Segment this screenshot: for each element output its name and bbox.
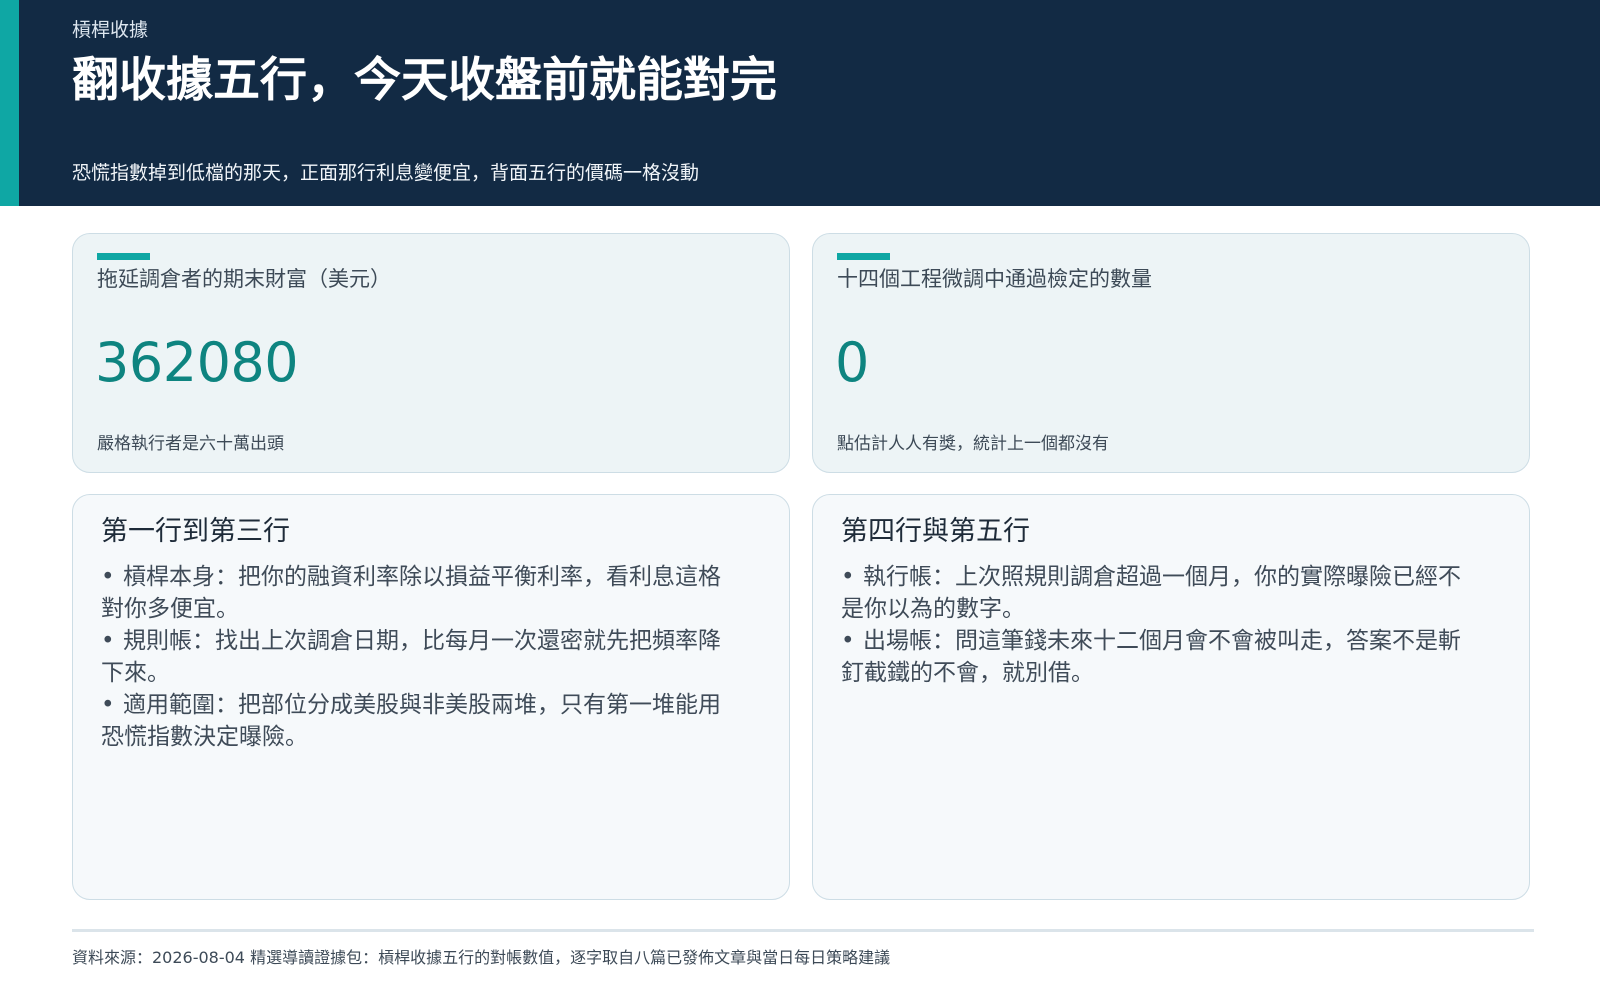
kpi-note: 嚴格執行者是六十萬出頭 — [97, 434, 284, 454]
kpi-value: 362080 — [95, 331, 299, 394]
kpi-accent-bar — [97, 253, 150, 260]
bullet-item: • 槓桿本身：把你的融資利率除以損益平衡利率，看利息這格對你多便宜。 — [101, 561, 741, 625]
bullet-dot-icon: • — [841, 628, 855, 654]
bullet-text: 規則帳：找出上次調倉日期，比每月一次還密就先把頻率降下來。 — [101, 628, 721, 686]
footer-divider — [72, 929, 1534, 932]
bullet-dot-icon: • — [101, 692, 115, 718]
bullet-text: 適用範圍：把部位分成美股與非美股兩堆，只有第一堆能用恐慌指數決定曝險。 — [101, 692, 721, 750]
kpi-accent-bar — [837, 253, 890, 260]
panel-title: 第一行到第三行 — [101, 516, 290, 547]
bullet-item: • 執行帳：上次照規則調倉超過一個月，你的實際曝險已經不是你以為的數字。 — [841, 561, 1481, 625]
header-accent-bar — [0, 0, 19, 206]
panel-rows-four-and-five: 第四行與第五行 • 執行帳：上次照規則調倉超過一個月，你的實際曝險已經不是你以為的… — [812, 494, 1530, 900]
kpi-card-passed-tests: 十四個工程微調中通過檢定的數量 0 點估計人人有獎，統計上一個都沒有 — [812, 233, 1530, 473]
bullet-text: 槓桿本身：把你的融資利率除以損益平衡利率，看利息這格對你多便宜。 — [101, 564, 721, 622]
bullet-text: 出場帳：問這筆錢未來十二個月會不會被叫走，答案不是斬釘截鐵的不會，就別借。 — [841, 628, 1461, 686]
bullet-item: • 適用範圍：把部位分成美股與非美股兩堆，只有第一堆能用恐慌指數決定曝險。 — [101, 689, 741, 753]
panel-title: 第四行與第五行 — [841, 516, 1030, 547]
header-banner: 槓桿收據 翻收據五行，今天收盤前就能對完 恐慌指數掉到低檔的那天，正面那行利息變… — [0, 0, 1600, 206]
bullet-item: • 規則帳：找出上次調倉日期，比每月一次還密就先把頻率降下來。 — [101, 625, 741, 689]
bullet-dot-icon: • — [841, 564, 855, 590]
bullet-item: • 出場帳：問這筆錢未來十二個月會不會被叫走，答案不是斬釘截鐵的不會，就別借。 — [841, 625, 1481, 689]
bullet-dot-icon: • — [101, 564, 115, 590]
kpi-label: 十四個工程微調中通過檢定的數量 — [837, 267, 1152, 291]
bullet-dot-icon: • — [101, 628, 115, 654]
panel-rows-one-to-three: 第一行到第三行 • 槓桿本身：把你的融資利率除以損益平衡利率，看利息這格對你多便宜… — [72, 494, 790, 900]
bullet-list: • 槓桿本身：把你的融資利率除以損益平衡利率，看利息這格對你多便宜。 • 規則帳：找… — [101, 561, 741, 753]
kpi-card-final-wealth: 拖延調倉者的期末財富（美元） 362080 嚴格執行者是六十萬出頭 — [72, 233, 790, 473]
page-subtitle: 恐慌指數掉到低檔的那天，正面那行利息變便宜，背面五行的價碼一格沒動 — [72, 162, 700, 184]
bullet-text: 執行帳：上次照規則調倉超過一個月，你的實際曝險已經不是你以為的數字。 — [841, 564, 1461, 622]
kpi-label: 拖延調倉者的期末財富（美元） — [97, 267, 391, 291]
eyebrow-label: 槓桿收據 — [72, 19, 149, 41]
bullet-list: • 執行帳：上次照規則調倉超過一個月，你的實際曝險已經不是你以為的數字。 • 出場帳… — [841, 561, 1481, 689]
kpi-note: 點估計人人有獎，統計上一個都沒有 — [837, 434, 1109, 454]
kpi-value: 0 — [835, 331, 869, 394]
footer-source: 資料來源：2026-08-04 精選導讀證據包：槓桿收據五行的對帳數值，逐字取自… — [72, 948, 891, 967]
page-title: 翻收據五行，今天收盤前就能對完 — [72, 53, 777, 108]
